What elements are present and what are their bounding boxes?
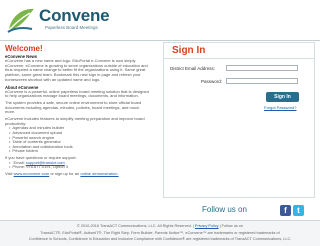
feature-item: Private folders — [9, 149, 152, 154]
footer-separator: | — [192, 224, 194, 228]
password-field[interactable] — [226, 78, 298, 84]
sign-in-divider — [164, 58, 314, 59]
online-demo-link[interactable]: online demonstration. — [80, 171, 118, 176]
website-link[interactable]: www.econvene.com — [14, 171, 50, 176]
facebook-icon[interactable]: f — [280, 205, 291, 216]
district-email-label: District Email Address: — [170, 66, 216, 71]
phone-item: Phone: 978.877.0191, Option 3 — [9, 165, 152, 170]
footer: © 2010-2016 TransACT Communications, LLC… — [0, 220, 320, 246]
demo-prefix: Visit — [5, 170, 13, 176]
follow-us-label: Follow us on — [202, 205, 247, 214]
forgot-password-link[interactable]: Forgot Password? — [264, 105, 296, 110]
demo-text: Visit www.econvene.com or sign up for an… — [5, 170, 150, 177]
password-label: Password: — [201, 79, 223, 84]
footer-copyright-line: © 2010-2016 TransACT Communications, LLC… — [0, 224, 320, 228]
sign-in-panel: Sign In District Email Address: Password… — [163, 42, 315, 198]
contact-list: Email: support@transict.com Phone: 978.8… — [5, 160, 152, 170]
footer-registered-line: Confidence in Schools, Confidence in Edu… — [28, 237, 292, 241]
privacy-policy-link[interactable]: Privacy Policy — [195, 224, 219, 228]
sign-in-title: Sign In — [172, 45, 206, 56]
header: Convene Paperless Board Meetings — [0, 0, 320, 42]
footer-trademark-line: TransACT®, EduPortal®, AutismIT®, The Ri… — [40, 231, 280, 235]
about-text: eConvene is a powerful, online paperless… — [5, 88, 149, 99]
system-text: The system provides a safe, secure onlin… — [5, 99, 142, 115]
convene-logo[interactable]: Convene Paperless Board Meetings — [5, 3, 125, 37]
welcome-panel: Welcome! eConvene News eConvene has a ne… — [5, 44, 152, 222]
copyright-text: © 2010-2016 TransACT Communications, LLC… — [76, 224, 192, 228]
sign-in-button[interactable]: Sign In — [266, 92, 299, 102]
features-list: Agendas and minutes builder Advanced doc… — [5, 126, 152, 154]
logo-name: Convene — [39, 6, 110, 25]
logo-tagline: Paperless Board Meetings — [45, 25, 98, 30]
footer-separator: | — [219, 224, 221, 228]
header-divider — [0, 40, 320, 41]
news-text: eConvene has a new name and logo. EduPor… — [5, 58, 148, 82]
district-email-field[interactable] — [226, 65, 298, 71]
footer-follow-text: Follow us on — [221, 224, 243, 228]
twitter-icon[interactable]: t — [293, 205, 304, 216]
welcome-title: Welcome! — [5, 44, 43, 53]
demo-middle: or sign up for an — [50, 170, 80, 176]
leaf-swirl-icon — [7, 8, 34, 33]
follow-us: Follow us on f t — [202, 204, 312, 217]
